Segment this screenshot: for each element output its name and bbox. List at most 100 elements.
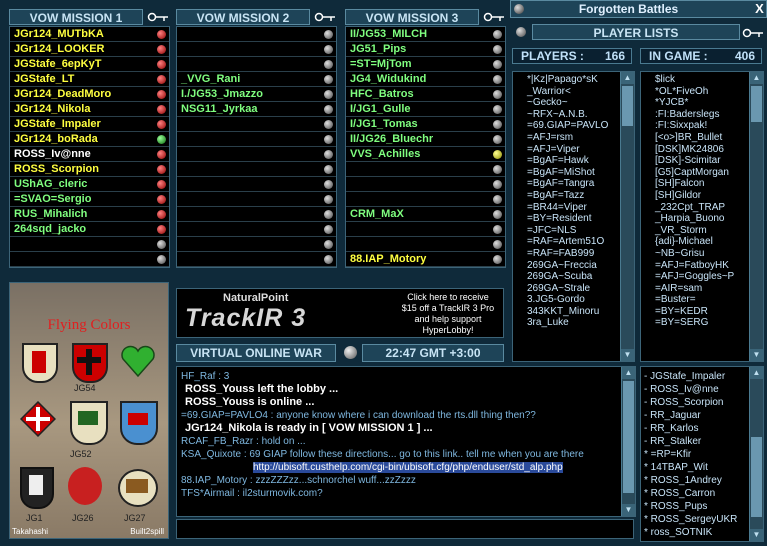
player-list-item[interactable]: =69.GIAP=PAVLO — [513, 120, 634, 132]
scroll-thumb[interactable] — [751, 86, 762, 122]
chat-scrollbar[interactable]: ▲ ▼ — [621, 367, 635, 516]
room-list-item[interactable]: * ROSS_Carron — [641, 487, 763, 500]
slot-row[interactable]: I/JG1_Tomas — [346, 117, 505, 132]
slot-row[interactable] — [346, 237, 505, 252]
player-list-item[interactable]: 3ra_Luke — [513, 317, 634, 329]
slot-row[interactable]: =SVAO=Sergio — [10, 192, 169, 207]
slot-row[interactable]: JG4_Widukind — [346, 72, 505, 87]
room-list-item[interactable]: * ross_SOTNIK — [641, 526, 763, 539]
player-list-item[interactable]: *|Kz|Papago*sK — [513, 74, 634, 86]
slot-row[interactable]: JGr124_LOOKER — [10, 42, 169, 57]
player-list-item[interactable]: 269GA~Freccia — [513, 260, 634, 272]
room-list-item[interactable]: * ROSS_SergeyUKR — [641, 513, 763, 526]
slot-row[interactable] — [177, 222, 336, 237]
ingame-list-item[interactable]: =BY=KEDR — [641, 306, 763, 318]
player-list-item[interactable]: 269GA~Strale — [513, 283, 634, 295]
slot-row[interactable] — [177, 27, 336, 42]
slot-row[interactable] — [10, 252, 169, 267]
slot-row[interactable]: I/JG1_Gulle — [346, 102, 505, 117]
mission-title[interactable]: VOW MISSION 1 — [9, 9, 143, 25]
slot-row[interactable]: JGStafe_Impaler — [10, 117, 169, 132]
ingame-list-item[interactable]: [<o>]BR_Bullet — [641, 132, 763, 144]
ingame-list-item[interactable]: $lick — [641, 74, 763, 86]
player-list-item[interactable]: =AFJ=Viper — [513, 144, 634, 156]
ingame-list[interactable]: $lick *OL*FiveOh *YJCB*:FI:Baderslegs:FI:S… — [640, 71, 764, 362]
close-button[interactable]: X — [753, 1, 766, 17]
ingame-list-item[interactable]: =BY=SERG — [641, 317, 763, 329]
player-list-item[interactable]: =BgAF=Hawk — [513, 155, 634, 167]
player-list-item[interactable]: =BR44=Viper — [513, 202, 634, 214]
player-list-item[interactable]: ~Gecko~ — [513, 97, 634, 109]
slot-row[interactable]: RUS_Mihalich — [10, 207, 169, 222]
player-list-item[interactable]: =JFC=NLS — [513, 225, 634, 237]
ingame-list-item[interactable]: *YJCB* — [641, 97, 763, 109]
scroll-up-icon[interactable]: ▲ — [622, 367, 635, 379]
slot-row[interactable]: JGr124_MUTbKA — [10, 27, 169, 42]
chat-link[interactable]: http://ubisoft.custhelp.com/cgi-bin/ubis… — [253, 462, 563, 473]
slot-row[interactable] — [177, 237, 336, 252]
scroll-down-icon[interactable]: ▼ — [750, 349, 763, 361]
scroll-down-icon[interactable]: ▼ — [750, 529, 763, 541]
room-scrollbar[interactable]: ▲ ▼ — [749, 367, 763, 541]
ingame-list-item[interactable]: =AFJ=Goggles~P — [641, 271, 763, 283]
ingame-list-item[interactable]: =Buster= — [641, 294, 763, 306]
player-list-item[interactable]: 269GA~Scuba — [513, 271, 634, 283]
slot-row[interactable]: ROSS_Scorpion — [10, 162, 169, 177]
slot-row[interactable]: UShAG_cleric — [10, 177, 169, 192]
slot-row[interactable]: JGStafe_6epKyT — [10, 57, 169, 72]
chat-input[interactable] — [176, 519, 634, 539]
room-list-item[interactable]: * 14TBAP_Wit — [641, 461, 763, 474]
room-list-item[interactable]: - JGStafe_Impaler — [641, 370, 763, 383]
key-icon[interactable] — [147, 11, 169, 23]
slot-row[interactable]: _VVG_Rani — [177, 72, 336, 87]
slot-row[interactable]: ROSS_Iv@nne — [10, 147, 169, 162]
ingame-list-item[interactable]: [G5]CaptMorgan — [641, 167, 763, 179]
room-list-item[interactable]: * =RP=Kfir — [641, 448, 763, 461]
slot-row[interactable] — [177, 57, 336, 72]
mission-panel-2[interactable]: VOW MISSION 2 _VVG_Rani I./JG53_Jmazzo NSG1… — [176, 7, 337, 281]
slot-row[interactable]: JGStafe_LT — [10, 72, 169, 87]
slot-row[interactable] — [346, 222, 505, 237]
slot-row[interactable] — [177, 207, 336, 222]
ingame-list-item[interactable]: =AFJ=FatboyHK — [641, 260, 763, 272]
slot-row[interactable]: HFC_Batros — [346, 87, 505, 102]
slot-row[interactable] — [177, 252, 336, 267]
player-list-item[interactable]: =RAF=Artem51O — [513, 236, 634, 248]
scroll-thumb[interactable] — [622, 86, 633, 126]
players-list[interactable]: *|Kz|Papago*sK _Warrior< ~Gecko~ ~RFX~A.N.B… — [512, 71, 635, 362]
slot-row[interactable] — [177, 192, 336, 207]
room-list-item[interactable]: * ROSS_Pups — [641, 500, 763, 513]
ingame-list-item[interactable]: :FI:Sixxpak! — [641, 120, 763, 132]
key-icon[interactable] — [742, 27, 764, 39]
ingame-list-item[interactable]: *OL*FiveOh — [641, 86, 763, 98]
mission-panel-3[interactable]: VOW MISSION 3 II/JG53_MILCH JG51_Pips =ST=M… — [345, 7, 506, 281]
player-list-item[interactable]: =BY=Resident — [513, 213, 634, 225]
mission-title[interactable]: VOW MISSION 2 — [176, 9, 310, 25]
slot-row[interactable]: JGr124_DeadMoro — [10, 87, 169, 102]
slot-row[interactable]: II/JG26_Bluechr — [346, 132, 505, 147]
ingame-list-item[interactable]: :FI:Baderslegs — [641, 109, 763, 121]
room-list-item[interactable]: - ROSS_Iv@nne — [641, 383, 763, 396]
slot-row[interactable] — [177, 42, 336, 57]
slot-row[interactable]: JG51_Pips — [346, 42, 505, 57]
scroll-up-icon[interactable]: ▲ — [750, 72, 763, 84]
player-list-item[interactable]: =RAF=FAB999 — [513, 248, 634, 260]
scroll-thumb[interactable] — [623, 381, 634, 493]
room-list-item[interactable]: - RR_Stalker — [641, 435, 763, 448]
slot-row[interactable] — [346, 177, 505, 192]
room-list[interactable]: - JGStafe_Impaler - ROSS_Iv@nne - ROSS_Sco… — [640, 366, 764, 542]
mission-panel-1[interactable]: VOW MISSION 1 JGr124_MUTbKA JGr124_LOOKER J… — [9, 7, 170, 281]
key-icon[interactable] — [314, 11, 336, 23]
ingame-list-item[interactable]: [DSK]-Scimitar — [641, 155, 763, 167]
slot-row[interactable] — [177, 162, 336, 177]
scroll-down-icon[interactable]: ▼ — [622, 504, 635, 516]
ingame-list-item[interactable]: {adi}-Michael — [641, 236, 763, 248]
ingame-list-item[interactable]: ~NB~Grisu — [641, 248, 763, 260]
chat-log[interactable]: HF_Raf : 3 ROSS_Youss left the lobby ... R… — [176, 366, 636, 517]
player-list-item[interactable]: =BgAF=Tazz — [513, 190, 634, 202]
slot-row[interactable]: VVS_Achilles — [346, 147, 505, 162]
ingame-list-item[interactable]: _Harpia_Buono — [641, 213, 763, 225]
slot-row[interactable] — [177, 117, 336, 132]
slot-row[interactable] — [177, 177, 336, 192]
player-list-item[interactable]: ~RFX~A.N.B. — [513, 109, 634, 121]
